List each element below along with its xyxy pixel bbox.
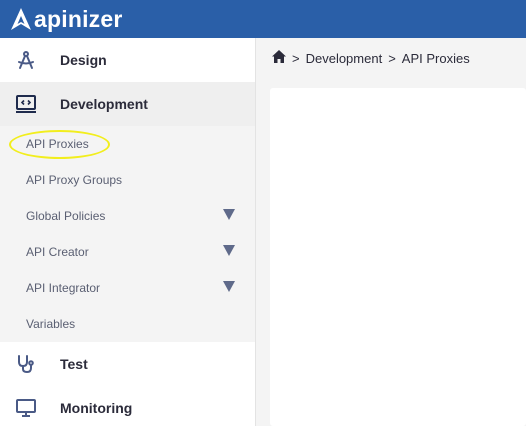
submenu-item-label: API Proxy Groups — [26, 173, 123, 187]
logo-text: apinizer — [34, 5, 123, 32]
home-icon[interactable] — [272, 50, 286, 66]
submenu-item-label: API Creator — [26, 245, 89, 259]
sidebar-item-label: Development — [60, 96, 148, 112]
sidebar-item-label: Monitoring — [60, 400, 133, 416]
content-panel — [270, 88, 526, 426]
sidebar-item-development[interactable]: Development — [0, 82, 255, 126]
sidebar-item-test[interactable]: Test — [0, 342, 255, 386]
submenu-item-label: API Proxies — [26, 137, 89, 151]
caret-down-icon[interactable] — [223, 207, 235, 225]
sidebar-item-monitoring[interactable]: Monitoring — [0, 386, 255, 426]
submenu-item-api-creator[interactable]: API Creator — [0, 234, 255, 270]
submenu-item-global-policies[interactable]: Global Policies — [0, 198, 255, 234]
sidebar-item-design[interactable]: Design — [0, 38, 255, 82]
sidebar-item-label: Test — [60, 356, 88, 372]
compass-icon — [15, 49, 37, 71]
main-content: > Development > API Proxies — [256, 38, 526, 426]
submenu-item-api-integrator[interactable]: API Integrator — [0, 270, 255, 306]
submenu-item-label: Global Policies — [26, 209, 106, 223]
breadcrumb-item-api-proxies: API Proxies — [401, 50, 470, 66]
breadcrumb-separator: > — [388, 50, 396, 66]
caret-down-icon[interactable] — [223, 279, 235, 297]
submenu-item-api-proxy-groups[interactable]: API Proxy Groups — [0, 162, 255, 198]
development-submenu: API Proxies API Proxy Groups Global Poli… — [0, 126, 255, 342]
stethoscope-icon — [15, 353, 37, 375]
submenu-item-variables[interactable]: Variables — [0, 306, 255, 342]
submenu-item-api-proxies[interactable]: API Proxies — [0, 126, 255, 162]
caret-down-icon[interactable] — [223, 243, 235, 261]
sidebar: Design Development API Proxies API Proxy… — [0, 38, 256, 426]
monitor-icon — [15, 397, 37, 419]
submenu-item-label: API Integrator — [26, 281, 101, 295]
top-bar: apinizer — [0, 0, 526, 38]
sidebar-item-label: Design — [60, 52, 107, 68]
code-monitor-icon — [15, 93, 37, 115]
submenu-item-label: Variables — [26, 317, 76, 331]
breadcrumb-item-development[interactable]: Development — [306, 51, 383, 66]
breadcrumb-separator: > — [292, 50, 300, 66]
app-logo[interactable]: apinizer — [10, 6, 123, 33]
breadcrumb: > Development > API Proxies — [272, 50, 470, 66]
apinizer-logo-icon — [11, 8, 31, 30]
